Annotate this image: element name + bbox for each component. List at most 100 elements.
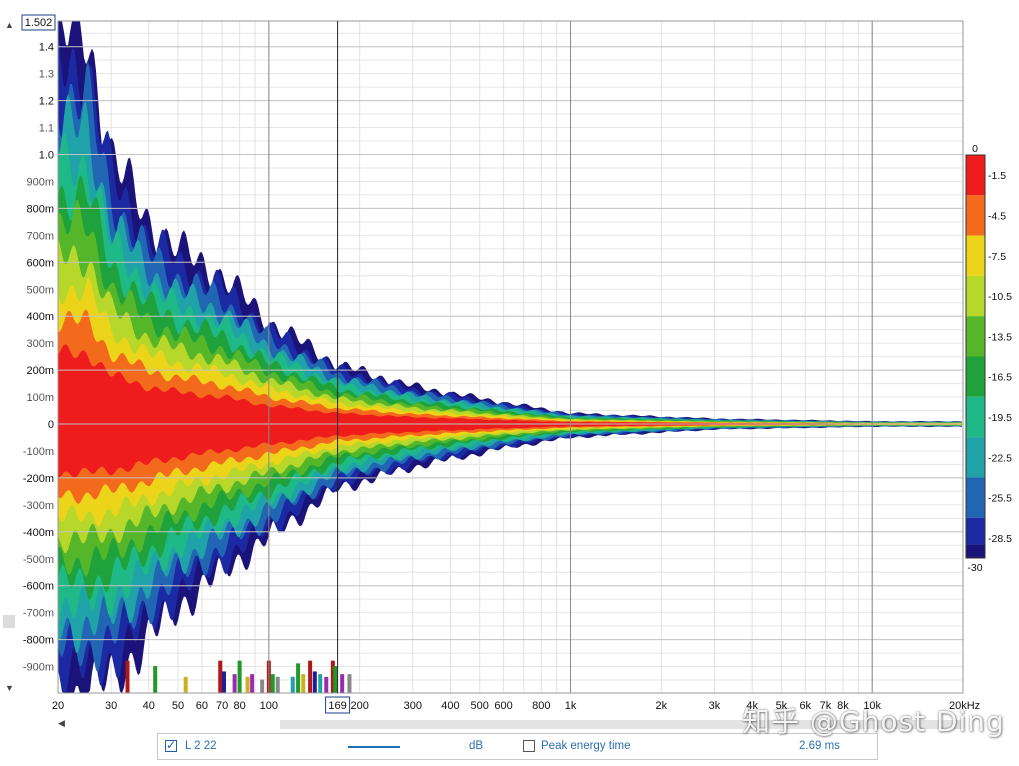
x-tick-label: 40 — [143, 700, 155, 712]
color-scale-band — [966, 316, 985, 357]
y-tick-label: 700m — [26, 230, 54, 242]
x-tick-label: 20 — [52, 700, 64, 712]
x-tick-label: 300 — [404, 700, 422, 712]
x-tick-label: 30 — [105, 700, 117, 712]
y-tick-label: -500m — [23, 554, 54, 566]
color-scale-label: 0 — [972, 143, 978, 155]
y-tick-label: 600m — [26, 257, 54, 269]
bottom-bar — [260, 679, 265, 693]
x-tick-label: 100 — [260, 700, 278, 712]
y-tick-label: 1.4 — [39, 42, 54, 54]
series-label: L 2 22 — [185, 740, 217, 752]
watermark: 知乎 @Ghost Ding — [742, 705, 1005, 738]
color-scale-label: -7.5 — [988, 251, 1006, 263]
color-scale-band — [966, 195, 985, 236]
y-tick-label: -200m — [23, 473, 54, 485]
cursor-y-value: 1.502 — [25, 17, 53, 29]
y-tick-label: 400m — [26, 311, 54, 323]
bottom-bar — [318, 674, 323, 693]
y-tick-label: 1.0 — [39, 150, 54, 162]
bottom-bar — [237, 660, 242, 693]
scroll-up-arrow-icon[interactable]: ▲ — [5, 20, 14, 30]
color-scale-band — [966, 396, 985, 438]
bottom-bar — [347, 674, 352, 693]
bottom-bar — [275, 676, 280, 693]
y-tick-label: 0 — [48, 419, 54, 431]
bottom-bar — [125, 660, 130, 693]
color-scale-band — [966, 437, 985, 478]
bottom-bar — [270, 674, 275, 693]
y-tick-label: -600m — [23, 581, 54, 593]
y-tick-labels: 1.4 1.3 1.2 1.1 1.0 900m 800m 700m 600m 500m 400m 3… — [23, 42, 54, 674]
bottom-bar — [250, 674, 255, 693]
peak-energy-checkbox[interactable] — [523, 740, 535, 752]
color-scale-band — [966, 235, 985, 276]
bottom-bar — [308, 660, 313, 693]
color-scale-band — [966, 517, 985, 545]
y-tick-label: 800m — [26, 203, 54, 215]
color-scale-band — [966, 544, 985, 558]
y-tick-label: -800m — [23, 635, 54, 647]
x-tick-label: 50 — [172, 700, 184, 712]
color-scale: 0 -1.5 -4.5 -7.5 -10.5 -13.5 -16.5 -19.5 -22.5 -2… — [965, 143, 1012, 574]
waterfall-chart: 1.4 1.3 1.2 1.1 1.0 900m 800m 700m 600m 500m 400m 3… — [3, 14, 1012, 714]
series-checkbox[interactable] — [165, 738, 177, 752]
bottom-bar — [340, 674, 345, 693]
bottom-bar — [324, 676, 329, 693]
color-scale-label: -30 — [967, 562, 982, 574]
y-tick-label: 300m — [26, 338, 54, 350]
x-tick-label: 70 — [216, 700, 228, 712]
y-tick-label: -900m — [23, 662, 54, 674]
scroll-left-arrow-icon[interactable]: ◀ — [58, 718, 65, 729]
color-scale-label: -10.5 — [988, 291, 1012, 303]
x-tick-label: 500 — [471, 700, 489, 712]
color-scale-label: -25.5 — [988, 493, 1012, 505]
y-tick-label: 900m — [26, 176, 54, 188]
y-tick-label: 200m — [26, 365, 54, 377]
scroll-down-arrow-icon[interactable]: ▼ — [5, 683, 14, 693]
y-tick-label: -700m — [23, 608, 54, 620]
color-scale-label: -4.5 — [988, 210, 1006, 222]
bottom-bar — [301, 674, 306, 693]
y-tick-label: 1.1 — [39, 123, 54, 135]
color-scale-label: -22.5 — [988, 452, 1012, 464]
bottom-bar — [183, 676, 188, 693]
x-tick-label: 200 — [350, 700, 368, 712]
color-scale-label: -19.5 — [988, 412, 1012, 424]
y-tick-label: 500m — [26, 284, 54, 296]
y-tick-label: 1.3 — [39, 69, 54, 81]
color-scale-label: -28.5 — [988, 533, 1012, 545]
bottom-bar — [333, 666, 338, 693]
unit-label: dB — [469, 740, 484, 752]
bottom-bar — [232, 674, 237, 693]
bottom-bar — [290, 676, 295, 693]
x-tick-label: 80 — [233, 700, 245, 712]
bottom-bar — [218, 660, 223, 693]
x-tick-label: 800 — [532, 700, 550, 712]
series-line-swatch — [348, 746, 400, 748]
x-tick-label: 2k — [656, 700, 668, 712]
y-tick-label: 100m — [26, 392, 54, 404]
peak-energy-value: 2.69 ms — [799, 740, 840, 752]
vertical-scrollbar[interactable] — [3, 615, 15, 628]
x-tick-label: 60 — [196, 700, 208, 712]
x-tick-label: 3k — [709, 700, 721, 712]
y-tick-label: -300m — [23, 500, 54, 512]
bottom-bar — [221, 671, 226, 693]
bottom-bar — [245, 676, 250, 693]
x-tick-label: 1k — [565, 700, 577, 712]
color-scale-band — [966, 477, 985, 518]
x-tick-label: 400 — [441, 700, 459, 712]
bottom-bar — [153, 666, 158, 693]
peak-energy-label: Peak energy time — [541, 740, 631, 752]
cursor-x-value: 169 — [328, 700, 346, 712]
color-scale-label: -16.5 — [988, 372, 1012, 384]
y-tick-label: -100m — [23, 446, 54, 458]
y-tick-label: 1.2 — [39, 96, 54, 108]
color-scale-band — [966, 155, 985, 196]
color-scale-label: -1.5 — [988, 170, 1006, 182]
bottom-bar — [296, 663, 301, 693]
color-scale-label: -13.5 — [988, 331, 1012, 343]
y-tick-label: -400m — [23, 527, 54, 539]
color-scale-band — [966, 275, 985, 317]
